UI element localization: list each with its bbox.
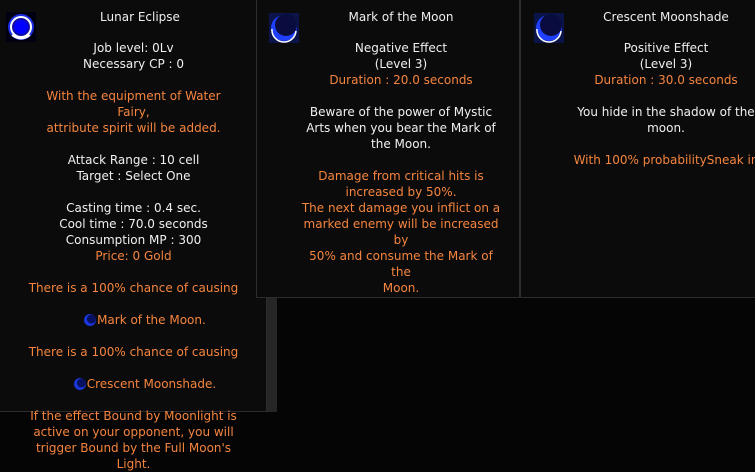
crescent-moon-icon xyxy=(534,13,564,43)
equip-note-3: attribute spirit will be added. xyxy=(46,121,221,135)
desc-2: moon. xyxy=(647,121,685,135)
target: Target : Select One xyxy=(76,169,191,183)
job-level: Job level: 0Lv xyxy=(93,41,174,55)
effect-details: Negative Effect (Level 3) Duration : 20.… xyxy=(301,40,501,296)
mark-of-the-moon-tooltip: Mark of the Moon Negative Effect (Level … xyxy=(256,0,520,298)
equip-note-2: Fairy, xyxy=(117,105,150,119)
crescent-moonshade-tooltip: Crescent Moonshade Positive Effect (Leve… xyxy=(520,0,755,298)
chance-1-effect: Mark of the Moon. xyxy=(97,313,206,327)
lunar-eclipse-tooltip: Lunar Eclipse Job level: 0Lv Necessary C… xyxy=(0,0,267,471)
effect-type: Positive Effect xyxy=(623,41,709,55)
desc-3: the Moon. xyxy=(371,137,431,151)
necessary-cp: Necessary CP : 0 xyxy=(83,57,184,71)
chance-2-effect-row: Crescent Moonshade. xyxy=(0,360,267,408)
crescent-moon-icon xyxy=(73,378,86,390)
effect-1: With 100% probabilitySneak in xyxy=(573,153,755,167)
chance-2: There is a 100% chance of causing xyxy=(28,345,239,359)
consumption-mp: Consumption MP : 300 xyxy=(65,233,202,247)
effect-level: (Level 3) xyxy=(639,57,693,71)
desc-2: Arts when you bear the Mark of xyxy=(306,121,496,135)
effect-duration: Duration : 30.0 seconds xyxy=(594,73,738,87)
bound-3: trigger Bound by the Full Moon's xyxy=(35,441,232,455)
crescent-moon-icon xyxy=(84,314,97,326)
effect-level: (Level 3) xyxy=(374,57,428,71)
effect-6: Moon. xyxy=(382,281,420,295)
skill-details: Job level: 0Lv Necessary CP : 0 With the… xyxy=(0,40,267,472)
effect-name: Crescent Moonshade xyxy=(603,10,729,24)
effect-1: Damage from critical hits is xyxy=(318,169,484,183)
bound-2: active on your opponent, you will xyxy=(33,425,234,439)
equip-note-1: With the equipment of Water xyxy=(46,89,221,103)
crescent-moon-icon xyxy=(269,13,299,43)
effect-2: increased by 50%. xyxy=(345,185,457,199)
effect-name: Mark of the Moon xyxy=(348,10,454,24)
effect-duration: Duration : 20.0 seconds xyxy=(329,73,473,87)
desc-1: You hide in the shadow of the xyxy=(577,105,755,119)
effect-details: Positive Effect (Level 3) Duration : 30.… xyxy=(566,40,755,168)
chance-2-effect: Crescent Moonshade. xyxy=(86,377,217,391)
casting-time: Casting time : 0.4 sec. xyxy=(66,201,201,215)
effect-type: Negative Effect xyxy=(354,41,448,55)
bound-4: Light. xyxy=(116,457,151,471)
desc-1: Beware of the power of Mystic xyxy=(309,105,493,119)
effect-3: The next damage you inflict on a xyxy=(301,201,501,215)
attack-range: Attack Range : 10 cell xyxy=(67,153,200,167)
cool-time: Cool time : 70.0 seconds xyxy=(59,217,208,231)
chance-1: There is a 100% chance of causing xyxy=(28,281,239,295)
price: Price: 0 Gold xyxy=(95,249,172,263)
bound-1: If the effect Bound by Moonlight is xyxy=(30,409,237,423)
effect-5: 50% and consume the Mark of the xyxy=(309,249,497,279)
lunar-eclipse-icon xyxy=(6,12,36,42)
chance-1-effect-row: Mark of the Moon. xyxy=(0,296,267,344)
skill-name: Lunar Eclipse xyxy=(100,10,180,24)
effect-4: marked enemy will be increased by xyxy=(303,217,503,247)
